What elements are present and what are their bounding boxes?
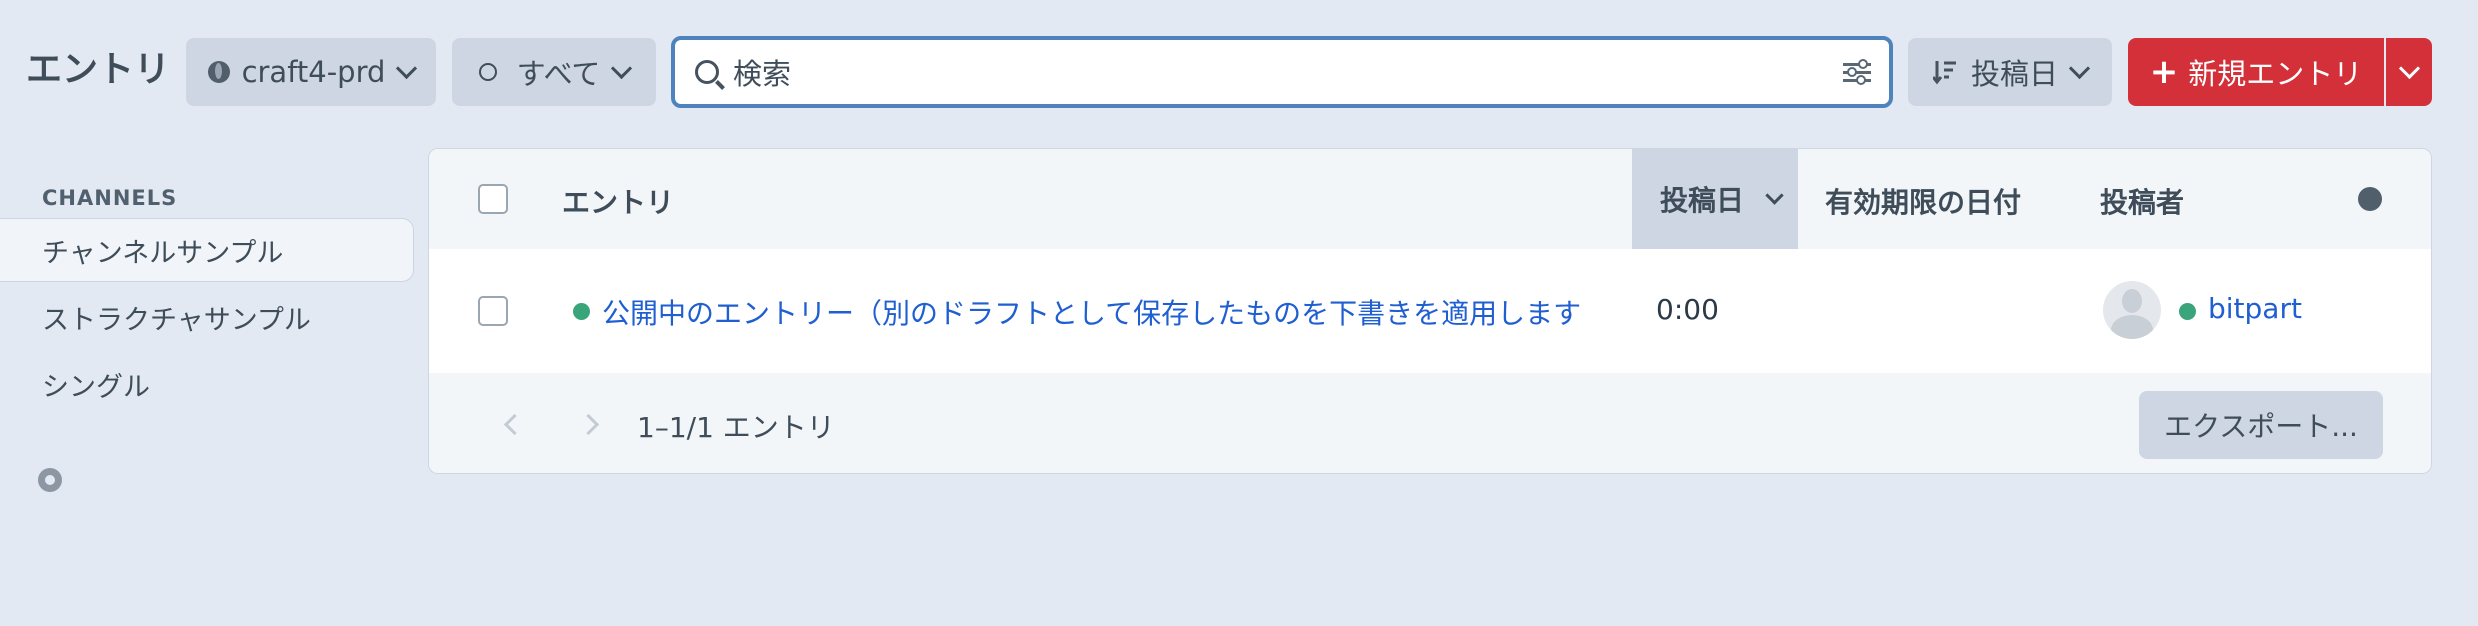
- next-page-icon[interactable]: [577, 413, 600, 436]
- prev-page-icon[interactable]: [503, 413, 526, 436]
- sort-descending-icon: [1932, 61, 1956, 85]
- globe-icon: [207, 61, 230, 83]
- globe-icon[interactable]: [2358, 187, 2382, 211]
- table-footer: 1–1/1 エントリ: [429, 373, 2431, 473]
- entries-table: エントリ 投稿日 有効期限の日付 投稿者 公開中のエントリー（別のドラフトとして…: [428, 148, 2432, 474]
- status-filter-label: すべて: [516, 57, 601, 91]
- column-header-post-date-label: 投稿日: [1660, 184, 1745, 217]
- table-row: 公開中のエントリー（別のドラフトとして保存したものを下書きを適用します 0:00…: [429, 249, 2431, 373]
- table-header: エントリ 投稿日 有効期限の日付 投稿者: [429, 149, 2431, 249]
- filter-settings-icon[interactable]: [1843, 59, 1871, 85]
- new-entry-menu-button[interactable]: [2386, 38, 2432, 106]
- plus-icon: +: [2149, 52, 2179, 92]
- column-header-author[interactable]: 投稿者: [2100, 181, 2184, 221]
- site-selector-label: craft4-prd: [241, 55, 386, 89]
- author-avatar: [2103, 281, 2161, 339]
- chevron-down-icon: [396, 57, 418, 79]
- gear-icon[interactable]: [38, 468, 62, 492]
- search-box[interactable]: 検索: [671, 36, 1893, 108]
- column-header-post-date[interactable]: 投稿日: [1632, 149, 1798, 249]
- pagination-text: 1–1/1 エントリ: [637, 411, 835, 444]
- sidebar-item-channel-sample[interactable]: チャンネルサンプル: [0, 218, 414, 282]
- chevron-down-icon: [2398, 57, 2420, 79]
- sidebar-item-structure-sample[interactable]: ストラクチャサンプル: [0, 285, 414, 349]
- entry-title-link[interactable]: 公開中のエントリー（別のドラフトとして保存したものを下書きを適用します: [602, 292, 1581, 332]
- status-live-dot: [573, 303, 590, 320]
- new-entry-label: 新規エントリ: [2188, 57, 2363, 91]
- sidebar-heading: CHANNELS: [42, 186, 178, 210]
- column-header-entry[interactable]: エントリ: [562, 181, 674, 221]
- row-checkbox[interactable]: [478, 296, 508, 326]
- select-all-checkbox[interactable]: [478, 184, 508, 214]
- sort-label: 投稿日: [1970, 57, 2058, 91]
- post-date-cell: 0:00: [1656, 293, 1719, 326]
- page-title: エントリ: [26, 49, 171, 90]
- chevron-down-icon: [1765, 185, 1784, 205]
- new-entry-button[interactable]: + 新規エントリ: [2128, 38, 2384, 106]
- export-button[interactable]: エクスポート...: [2139, 391, 2383, 459]
- author-status-dot: [2179, 303, 2196, 320]
- search-input[interactable]: 検索: [733, 51, 1843, 93]
- site-selector-button[interactable]: craft4-prd: [186, 38, 436, 106]
- author-link[interactable]: bitpart: [2208, 292, 2302, 325]
- status-circle-icon: [478, 63, 497, 81]
- sidebar-item-single[interactable]: シングル: [0, 352, 414, 416]
- chevron-down-icon: [2068, 57, 2091, 79]
- chevron-down-icon: [611, 57, 633, 79]
- sort-button[interactable]: 投稿日: [1908, 38, 2112, 106]
- status-filter-button[interactable]: すべて: [452, 38, 656, 106]
- column-header-expiry-date[interactable]: 有効期限の日付: [1825, 181, 2021, 221]
- search-icon: [695, 60, 719, 84]
